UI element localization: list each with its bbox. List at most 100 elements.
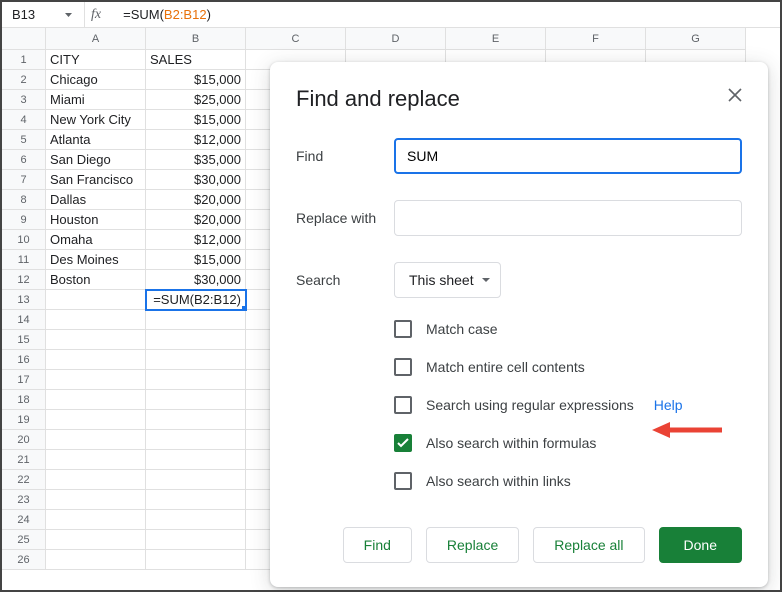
find-button[interactable]: Find <box>343 527 412 563</box>
row-header[interactable]: 21 <box>2 450 46 470</box>
cell[interactable] <box>46 450 146 470</box>
help-link[interactable]: Help <box>654 397 683 413</box>
cell[interactable] <box>46 290 146 310</box>
cell[interactable] <box>46 550 146 570</box>
cell[interactable] <box>146 530 246 550</box>
row-header[interactable]: 15 <box>2 330 46 350</box>
row-header[interactable]: 11 <box>2 250 46 270</box>
cell[interactable] <box>146 350 246 370</box>
row-header[interactable]: 17 <box>2 370 46 390</box>
cell[interactable]: $25,000 <box>146 90 246 110</box>
cell[interactable]: SALES <box>146 50 246 70</box>
match-case-checkbox[interactable]: Match case <box>394 320 742 338</box>
row-header[interactable]: 25 <box>2 530 46 550</box>
cell[interactable] <box>146 310 246 330</box>
cell[interactable]: Des Moines <box>46 250 146 270</box>
column-header[interactable]: E <box>446 28 546 50</box>
column-header[interactable]: B <box>146 28 246 50</box>
cell[interactable] <box>46 510 146 530</box>
row-header[interactable]: 9 <box>2 210 46 230</box>
cell[interactable] <box>146 370 246 390</box>
replace-all-button[interactable]: Replace all <box>533 527 644 563</box>
column-header[interactable]: C <box>246 28 346 50</box>
cell[interactable]: Miami <box>46 90 146 110</box>
cell[interactable] <box>146 510 246 530</box>
cell[interactable] <box>146 330 246 350</box>
cell[interactable]: Dallas <box>46 190 146 210</box>
cell[interactable] <box>146 390 246 410</box>
row-header[interactable]: 5 <box>2 130 46 150</box>
cell[interactable] <box>146 490 246 510</box>
cell[interactable]: $20,000 <box>146 190 246 210</box>
row-header[interactable]: 3 <box>2 90 46 110</box>
find-input[interactable] <box>394 138 742 174</box>
cell[interactable]: Atlanta <box>46 130 146 150</box>
row-header[interactable]: 19 <box>2 410 46 430</box>
match-entire-checkbox[interactable]: Match entire cell contents <box>394 358 742 376</box>
cell[interactable] <box>146 430 246 450</box>
row-header[interactable]: 8 <box>2 190 46 210</box>
cell[interactable] <box>46 470 146 490</box>
cell[interactable] <box>146 550 246 570</box>
cell[interactable]: Boston <box>46 270 146 290</box>
row-header[interactable]: 24 <box>2 510 46 530</box>
cell[interactable] <box>46 370 146 390</box>
cell[interactable]: $30,000 <box>146 270 246 290</box>
row-header[interactable]: 6 <box>2 150 46 170</box>
cell[interactable] <box>46 490 146 510</box>
column-header[interactable]: G <box>646 28 746 50</box>
formula-input[interactable]: =SUM(B2:B12) <box>113 7 211 22</box>
cell[interactable]: $15,000 <box>146 110 246 130</box>
row-header[interactable]: 20 <box>2 430 46 450</box>
search-scope-dropdown[interactable]: This sheet <box>394 262 501 298</box>
cell[interactable] <box>46 390 146 410</box>
cell[interactable] <box>46 430 146 450</box>
row-header[interactable]: 7 <box>2 170 46 190</box>
name-box[interactable]: B13 <box>6 5 78 25</box>
cell[interactable] <box>46 530 146 550</box>
cell[interactable]: CITY <box>46 50 146 70</box>
cell[interactable]: $12,000 <box>146 130 246 150</box>
row-header[interactable]: 12 <box>2 270 46 290</box>
column-header[interactable]: F <box>546 28 646 50</box>
cell[interactable] <box>46 350 146 370</box>
cell[interactable] <box>46 410 146 430</box>
search-links-checkbox[interactable]: Also search within links <box>394 472 742 490</box>
cell[interactable] <box>146 450 246 470</box>
cell[interactable]: $15,000 <box>146 250 246 270</box>
cell[interactable]: $35,000 <box>146 150 246 170</box>
row-header[interactable]: 1 <box>2 50 46 70</box>
cell[interactable] <box>146 470 246 490</box>
cell[interactable]: $30,000 <box>146 170 246 190</box>
row-header[interactable]: 22 <box>2 470 46 490</box>
column-header[interactable]: D <box>346 28 446 50</box>
cell[interactable]: $15,000 <box>146 70 246 90</box>
row-header[interactable]: 26 <box>2 550 46 570</box>
cell[interactable]: =SUM(B2:B12) <box>146 290 246 310</box>
cell[interactable] <box>46 310 146 330</box>
row-header[interactable]: 4 <box>2 110 46 130</box>
cell[interactable]: San Francisco <box>46 170 146 190</box>
cell[interactable] <box>146 410 246 430</box>
row-header[interactable]: 10 <box>2 230 46 250</box>
row-header[interactable]: 14 <box>2 310 46 330</box>
cell[interactable]: Houston <box>46 210 146 230</box>
row-header[interactable]: 13 <box>2 290 46 310</box>
done-button[interactable]: Done <box>659 527 742 563</box>
row-header[interactable]: 18 <box>2 390 46 410</box>
cell[interactable] <box>46 330 146 350</box>
row-header[interactable]: 23 <box>2 490 46 510</box>
regex-checkbox[interactable]: Search using regular expressions Help <box>394 396 742 414</box>
row-header[interactable]: 2 <box>2 70 46 90</box>
replace-input[interactable] <box>394 200 742 236</box>
close-icon[interactable] <box>724 84 746 106</box>
row-header[interactable]: 16 <box>2 350 46 370</box>
cell[interactable]: Chicago <box>46 70 146 90</box>
cell[interactable]: New York City <box>46 110 146 130</box>
cell[interactable]: $12,000 <box>146 230 246 250</box>
replace-button[interactable]: Replace <box>426 527 519 563</box>
cell[interactable]: San Diego <box>46 150 146 170</box>
column-header[interactable]: A <box>46 28 146 50</box>
cell[interactable]: $20,000 <box>146 210 246 230</box>
cell[interactable]: Omaha <box>46 230 146 250</box>
